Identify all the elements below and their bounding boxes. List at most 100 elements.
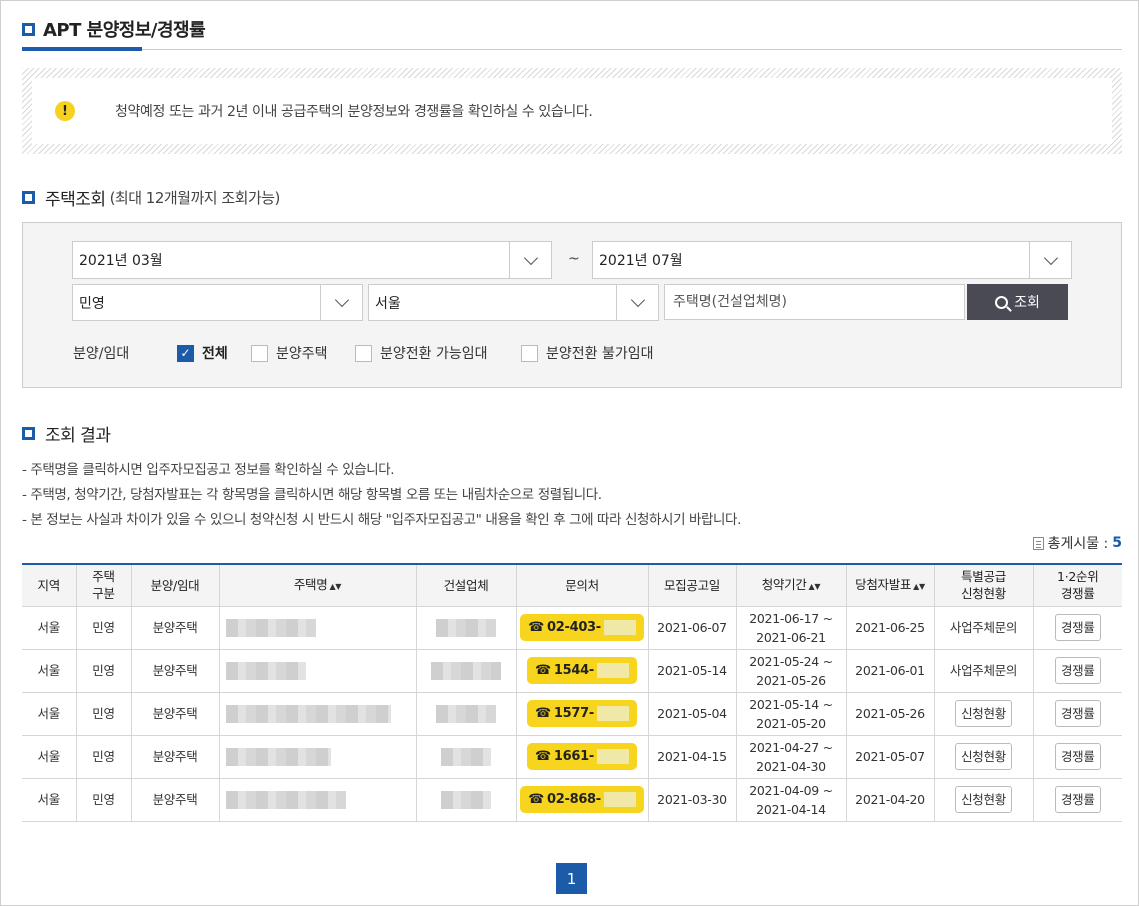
phone-badge: ☎ 1544- (527, 657, 637, 684)
search-panel: 2021년 03월 ~ 2021년 07월 민영 서울 조회 분양/임대 ✓ 전… (22, 222, 1122, 388)
checkbox-sale-house[interactable]: 분양주택 (251, 343, 328, 363)
sale-kind-cell: 분양주택 (130, 648, 220, 693)
phone-icon: ☎ (535, 749, 551, 764)
page-1-button[interactable]: 1 (556, 863, 587, 894)
notice-box: ! 청약예정 또는 과거 2년 이내 공급주택의 분양정보와 경쟁률을 확인하실… (22, 68, 1122, 154)
column-header: 건설업체 (415, 564, 517, 607)
winner-date-cell: 2021-06-25 (845, 605, 935, 650)
house-name-cell[interactable] (218, 734, 417, 779)
blurred-house-name[interactable] (225, 748, 331, 767)
builder-cell (415, 605, 517, 650)
notice-date-cell: 2021-06-07 (647, 605, 737, 650)
house-name-cell[interactable] (218, 648, 417, 693)
sort-arrows-icon: ▲▼ (913, 581, 925, 591)
chevron-down-icon (1043, 250, 1058, 265)
house-type-cell: 민영 (75, 777, 132, 822)
column-header[interactable]: 당첨자발표 ▲▼ (845, 564, 935, 607)
house-name-cell[interactable] (218, 691, 417, 736)
competition-cell: 경쟁률 (1032, 691, 1122, 736)
region-cell: 서울 (22, 605, 77, 650)
special-status-button[interactable]: 신청현황 (955, 700, 1012, 727)
special-supply-cell: 사업주체문의 (933, 648, 1034, 693)
competition-cell: 경쟁률 (1032, 777, 1122, 822)
contact-cell: ☎ 02-403- (515, 605, 649, 650)
blurred-house-name[interactable] (225, 662, 306, 681)
house-name-cell[interactable] (218, 605, 417, 650)
competition-rate-button[interactable]: 경쟁률 (1054, 743, 1101, 770)
check-icon: ✓ (177, 344, 194, 362)
winner-date-cell: 2021-05-07 (845, 734, 935, 779)
phone-badge: ☎ 02-403- (520, 614, 644, 641)
column-header: 주택 구분 (75, 564, 132, 607)
region-cell: 서울 (22, 777, 77, 822)
period-cell: 2021-06-17 ~2021-06-21 (735, 605, 847, 650)
column-header: 문의처 (515, 564, 649, 607)
page-title: APT 분양정보/경쟁률 (22, 16, 206, 42)
builder-cell (415, 777, 517, 822)
blurred-house-name[interactable] (225, 619, 316, 638)
period-cell: 2021-04-27 ~2021-04-30 (735, 734, 847, 779)
table-row: 서울 민영 분양주택 ☎ 02-403- 2021-06-07 2021-06-17 ~20… (22, 605, 1122, 650)
house-name-input[interactable] (664, 284, 965, 320)
sort-arrows-icon: ▲▼ (808, 581, 821, 591)
competition-rate-button[interactable]: 경쟁률 (1054, 657, 1101, 684)
phone-badge: ☎ 1661- (527, 743, 637, 770)
table-row: 서울 민영 분양주택 ☎ 1577- 2021-05-04 2021-05-14 ~2021… (22, 691, 1122, 736)
phone-icon: ☎ (528, 792, 544, 807)
house-name-cell[interactable] (218, 777, 417, 822)
column-header: 1·2순위 경쟁률 (1032, 564, 1122, 607)
checkbox-nonconvertible-rent[interactable]: 분양전환 불가임대 (521, 343, 654, 363)
chevron-down-icon (334, 292, 349, 308)
competition-rate-button[interactable]: 경쟁률 (1054, 614, 1101, 641)
sale-kind-cell: 분양주택 (130, 777, 220, 822)
blurred-builder-name (436, 705, 496, 724)
special-supply-cell: 신청현황 (933, 777, 1034, 822)
checkbox-convertible-rent[interactable]: 분양전환 가능임대 (355, 343, 488, 363)
column-header: 분양/임대 (130, 564, 220, 607)
blurred-house-name[interactable] (225, 791, 346, 810)
section-square-icon (22, 427, 35, 440)
contact-cell: ☎ 1577- (515, 691, 649, 736)
search-button[interactable]: 조회 (967, 284, 1068, 320)
region-select[interactable]: 서울 (368, 284, 659, 321)
column-header[interactable]: 주택명 ▲▼ (218, 564, 417, 607)
blurred-house-name[interactable] (225, 705, 391, 724)
competition-rate-button[interactable]: 경쟁률 (1054, 700, 1101, 727)
sale-kind-cell: 분양주택 (130, 734, 220, 779)
contact-cell: ☎ 1661- (515, 734, 649, 779)
competition-cell: 경쟁률 (1032, 734, 1122, 779)
notice-date-cell: 2021-04-15 (647, 734, 737, 779)
phone-icon: ☎ (535, 706, 551, 721)
notice-text: 청약예정 또는 과거 2년 이내 공급주택의 분양정보와 경쟁률을 확인하실 수… (115, 104, 593, 120)
contact-cell: ☎ 1544- (515, 648, 649, 693)
checkbox-all[interactable]: ✓ 전체 (177, 343, 228, 363)
winner-date-cell: 2021-04-20 (845, 777, 935, 822)
section-square-icon (22, 22, 35, 36)
period-cell: 2021-04-09 ~2021-04-14 (735, 777, 847, 822)
title-underline (22, 47, 142, 51)
special-status-button[interactable]: 신청현황 (955, 743, 1012, 770)
builder-cell (415, 734, 517, 779)
blurred-builder-name (441, 791, 491, 810)
house-type-cell: 민영 (75, 691, 132, 736)
phone-icon: ☎ (535, 663, 551, 678)
column-header: 지역 (22, 564, 77, 607)
region-cell: 서울 (22, 648, 77, 693)
results-section-title: 조회 결과 (22, 421, 111, 446)
column-header[interactable]: 청약기간 ▲▼ (735, 564, 847, 607)
special-status-button[interactable]: 신청현황 (955, 786, 1012, 813)
special-supply-cell: 신청현황 (933, 734, 1034, 779)
start-month-select[interactable]: 2021년 03월 (72, 241, 552, 279)
house-type-cell: 민영 (75, 734, 132, 779)
contact-cell: ☎ 02-868- (515, 777, 649, 822)
sale-rent-label: 분양/임대 (73, 346, 130, 362)
period-cell: 2021-05-14 ~2021-05-20 (735, 691, 847, 736)
competition-rate-button[interactable]: 경쟁률 (1054, 786, 1101, 813)
sort-arrows-icon: ▲▼ (329, 581, 342, 591)
competition-cell: 경쟁률 (1032, 648, 1122, 693)
notice-date-cell: 2021-05-14 (647, 648, 737, 693)
winner-date-cell: 2021-06-01 (845, 648, 935, 693)
range-tilde: ~ (568, 251, 580, 267)
house-type-select[interactable]: 민영 (72, 284, 363, 321)
end-month-select[interactable]: 2021년 07월 (592, 241, 1072, 279)
